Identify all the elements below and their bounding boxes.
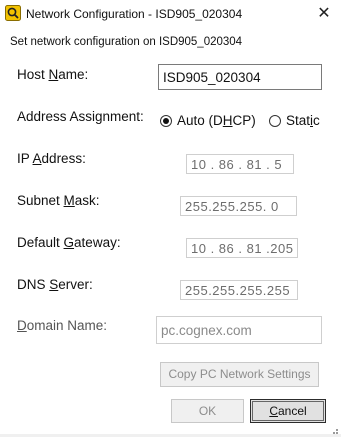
host-name-label: Host Name:	[17, 67, 89, 82]
ip-address-field[interactable]: 10 . 86 . 81 . 5	[186, 154, 294, 174]
domain-name-input[interactable]: pc.cognex.com	[156, 316, 322, 344]
dialog-description: Set network configuration on ISD905_0203…	[10, 36, 243, 48]
default-gateway-field[interactable]: 10 . 86 . 81 .205	[186, 238, 298, 258]
address-assignment-label: Address Assignment:	[17, 109, 144, 124]
dns-server-field[interactable]: 255.255.255.255	[180, 280, 298, 300]
static-radio[interactable]	[269, 115, 281, 127]
title-bar: Network Configuration - ISD905_020304 ✕	[0, 0, 341, 28]
auto-dhcp-label[interactable]: Auto (DHCP)	[177, 113, 256, 128]
domain-name-label: Domain Name:	[17, 318, 108, 333]
ip-address-label: IP Address:	[17, 151, 86, 166]
window-title: Network Configuration - ISD905_020304	[26, 7, 243, 21]
close-icon[interactable]: ✕	[314, 4, 334, 24]
subnet-mask-field[interactable]: 255.255.255. 0	[180, 196, 297, 216]
app-icon	[5, 5, 21, 21]
host-name-input[interactable]: ISD905_020304	[158, 64, 322, 90]
default-gateway-label: Default Gateway:	[17, 235, 121, 250]
cancel-button[interactable]: Cancel	[250, 399, 326, 423]
ok-button[interactable]: OK	[171, 399, 244, 423]
subnet-mask-label: Subnet Mask:	[17, 193, 100, 208]
cancel-label: Cancel	[269, 404, 307, 418]
dns-server-label: DNS Server:	[17, 277, 93, 292]
static-label[interactable]: Static	[286, 113, 320, 128]
copy-pc-network-settings-button[interactable]: Copy PC Network Settings	[160, 362, 319, 387]
network-config-dialog: Network Configuration - ISD905_020304 ✕ …	[0, 0, 341, 437]
auto-dhcp-radio[interactable]	[160, 115, 172, 127]
